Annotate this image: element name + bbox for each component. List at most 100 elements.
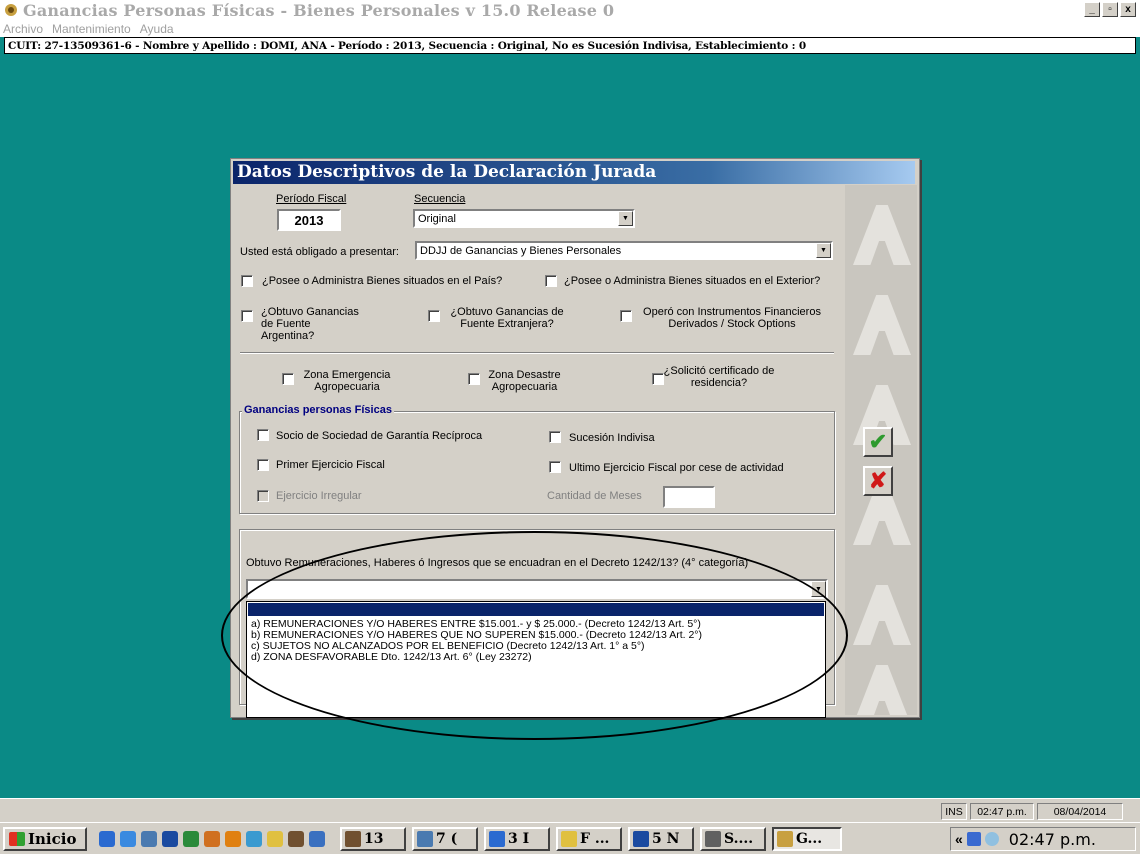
zona-desastre-checkbox[interactable]: [468, 373, 480, 385]
taskbar-group-5[interactable]: 5 N: [628, 827, 694, 851]
taskbar-button-label: G...: [796, 831, 823, 847]
network-tray-icon[interactable]: [966, 832, 981, 846]
menu-ayuda[interactable]: Ayuda: [140, 22, 174, 36]
status-date: 08/04/2014: [1037, 803, 1123, 820]
start-label: Inicio: [28, 830, 77, 848]
obligado-value: DDJJ de Ganancias y Bienes Personales: [420, 244, 622, 257]
tool-icon[interactable]: [288, 831, 304, 847]
ganancias-extranjera-label: ¿Obtuvo Ganancias de Fuente Extranjera?: [450, 306, 564, 330]
taskbar-s[interactable]: S....: [700, 827, 766, 851]
taskbar-group-7[interactable]: 7 (: [412, 827, 478, 851]
remuneraciones-select[interactable]: ▼: [246, 579, 828, 599]
primer-ejercicio-label: Primer Ejercicio Fiscal: [276, 459, 385, 471]
dropdown-option-selected[interactable]: [248, 603, 824, 616]
obligado-select[interactable]: DDJJ de Ganancias y Bienes Personales ▼: [415, 241, 833, 260]
word-icon[interactable]: [162, 831, 178, 847]
taskbar-ganancias[interactable]: G...: [772, 827, 842, 851]
menu-mantenimiento[interactable]: Mantenimiento: [52, 22, 131, 36]
chevron-down-icon[interactable]: ▼: [811, 581, 826, 597]
taxpayer-info-bar: CUIT: 27-13509361-6 - Nombre y Apellido …: [4, 37, 1136, 54]
accept-button[interactable]: ✔: [863, 427, 893, 457]
socio-checkbox[interactable]: [257, 429, 269, 441]
primer-ejercicio-checkbox[interactable]: [257, 459, 269, 471]
meses-field[interactable]: [663, 486, 715, 508]
taskbar-button-label: 13: [364, 831, 384, 847]
group-icon: [345, 831, 361, 847]
periodo-label: Período Fiscal: [276, 193, 347, 205]
bienes-pais-checkbox[interactable]: [241, 275, 253, 287]
ins-indicator: INS: [941, 803, 967, 820]
dialog-titlebar[interactable]: Datos Descriptivos de la Declaración Jur…: [233, 161, 915, 184]
app2-icon[interactable]: [309, 831, 325, 847]
checkmark-icon: ✔: [868, 429, 888, 454]
messenger-icon[interactable]: [246, 831, 262, 847]
zona-desastre-label: Zona Desastre Agropecuaria: [488, 369, 561, 393]
windows-flag-icon: [9, 832, 25, 846]
status-time: 02:47 p.m.: [970, 803, 1034, 820]
ganancias-argentina-label: ¿Obtuvo Ganancias de Fuente Argentina?: [261, 306, 359, 342]
restore-button[interactable]: ▫: [1102, 2, 1118, 17]
ultimo-ejercicio-checkbox[interactable]: [549, 461, 561, 473]
folder-icon: [561, 831, 577, 847]
ie-icon: [489, 831, 505, 847]
tray-expand-icon[interactable]: «: [955, 831, 963, 847]
remuneraciones-question: Obtuvo Remuneraciones, Haberes ó Ingreso…: [246, 557, 749, 569]
start-button[interactable]: Inicio: [3, 827, 87, 851]
instrumentos-checkbox[interactable]: [620, 310, 632, 322]
dropdown-option-d[interactable]: d) ZONA DESFAVORABLE Dto. 1242/13 Art. 6…: [251, 651, 532, 663]
x-icon: ✘: [868, 468, 888, 493]
app-icon: [5, 4, 17, 16]
taxpayer-info-text: CUIT: 27-13509361-6 - Nombre y Apellido …: [8, 39, 807, 52]
obligado-label: Usted está obligado a presentar:: [240, 246, 399, 258]
app-icon[interactable]: [204, 831, 220, 847]
app-icon: [777, 831, 793, 847]
secuencia-select[interactable]: Original ▼: [413, 209, 635, 228]
explorer-icon[interactable]: [141, 831, 157, 847]
taskbar-button-label: S....: [724, 831, 754, 847]
ie-icon[interactable]: [99, 831, 115, 847]
chevron-down-icon[interactable]: ▼: [816, 243, 831, 258]
ganancias-extranjera-checkbox[interactable]: [428, 310, 440, 322]
meses-label: Cantidad de Meses: [547, 490, 642, 502]
group-title: Ganancias personas Físicas: [242, 404, 394, 416]
sucesion-label: Sucesión Indivisa: [569, 432, 655, 444]
cancel-button[interactable]: ✘: [863, 466, 893, 496]
messenger-tray-icon[interactable]: [984, 832, 999, 846]
secuencia-value: Original: [418, 212, 456, 225]
system-tray: « 02:47 p.m.: [950, 827, 1136, 851]
menu-archivo[interactable]: Archivo: [3, 22, 43, 36]
status-bar: INS 02:47 p.m. 08/04/2014: [0, 798, 1140, 822]
afip-logo-watermark: [853, 295, 911, 355]
taskbar-button-label: 7 (: [436, 831, 458, 847]
instrumentos-label: Operó con Instrumentos Financieros Deriv…: [643, 306, 821, 330]
taskbar-group-3[interactable]: 3 I: [484, 827, 550, 851]
bienes-pais-label: ¿Posee o Administra Bienes situados en e…: [262, 275, 503, 287]
remuneraciones-dropdown-list: a) REMUNERACIONES Y/O HABERES ENTRE $15.…: [246, 601, 826, 718]
taskbar-group-13[interactable]: 13: [340, 827, 406, 851]
excel-icon[interactable]: [183, 831, 199, 847]
chevron-down-icon[interactable]: ▼: [618, 211, 633, 226]
minimize-button[interactable]: _: [1084, 2, 1100, 17]
taskbar: Inicio 13 7 ( 3 I F ... 5 N S.... G... «: [0, 822, 1140, 854]
bienes-exterior-label: ¿Posee o Administra Bienes situados en e…: [564, 275, 821, 287]
close-button[interactable]: x: [1120, 2, 1136, 17]
window-titlebar[interactable]: Ganancias Personas Físicas - Bienes Pers…: [0, 0, 1140, 20]
taskbar-folder[interactable]: F ...: [556, 827, 622, 851]
firefox-icon[interactable]: [225, 831, 241, 847]
browser-icon[interactable]: [120, 831, 136, 847]
zona-emergencia-checkbox[interactable]: [282, 373, 294, 385]
taskbar-button-label: F ...: [580, 831, 610, 847]
menu-bar: Archivo Mantenimiento Ayuda: [0, 20, 1140, 37]
certificado-label: ¿Solicitó certificado de residencia?: [663, 365, 775, 389]
sucesion-checkbox[interactable]: [549, 431, 561, 443]
bienes-exterior-checkbox[interactable]: [545, 275, 557, 287]
irregular-checkbox[interactable]: [257, 490, 269, 502]
dialog-title: Datos Descriptivos de la Declaración Jur…: [237, 162, 657, 182]
periodo-field[interactable]: 2013: [277, 209, 341, 231]
ultimo-ejercicio-label: Ultimo Ejercicio Fiscal por cese de acti…: [569, 462, 784, 474]
ganancias-argentina-checkbox[interactable]: [241, 310, 253, 322]
irregular-label: Ejercicio Irregular: [276, 490, 362, 502]
socio-label: Socio de Sociedad de Garantía Recíproca: [276, 430, 483, 442]
taskbar-button-label: 3 I: [508, 831, 530, 847]
folder-icon[interactable]: [267, 831, 283, 847]
